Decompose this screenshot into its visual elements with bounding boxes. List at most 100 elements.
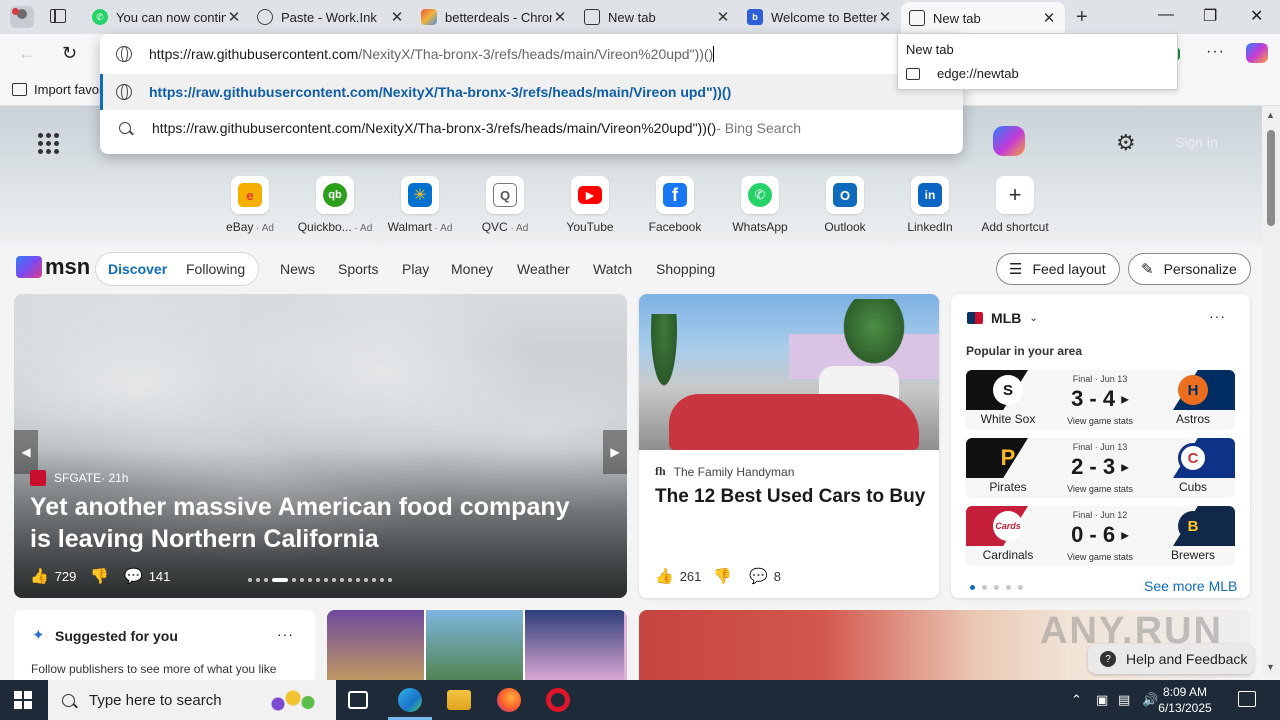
- scroll-thumb[interactable]: [1267, 130, 1275, 226]
- feed-layout-button[interactable]: ☰ Feed layout: [996, 253, 1120, 285]
- shortcut-linkedin[interactable]: in LinkedIn: [890, 176, 970, 234]
- hero-headline[interactable]: Yet another massive American food compan…: [30, 491, 590, 555]
- personalize-button[interactable]: ✎ Personalize: [1128, 253, 1251, 285]
- close-tab-icon[interactable]: ✕: [1041, 9, 1057, 27]
- more-options-button[interactable]: ···: [1209, 308, 1226, 324]
- shortcut-outlook[interactable]: O Outlook: [805, 176, 885, 234]
- windows-start-icon[interactable]: [14, 691, 32, 709]
- taskbar-clock[interactable]: 8:09 AM 6/13/2025: [1152, 684, 1218, 716]
- shortcut-quickbooks[interactable]: qb Quickbo... · Ad: [295, 176, 375, 234]
- suggestion-url[interactable]: https://raw.githubusercontent.com/Nexity…: [100, 74, 963, 110]
- shortcut-ebay[interactable]: e eBay · Ad: [210, 176, 290, 234]
- chevron-up-icon[interactable]: ⌃: [1071, 692, 1082, 708]
- copilot-button[interactable]: [993, 126, 1025, 156]
- tab-paste-workink[interactable]: Paste - Work.Ink ✕: [249, 2, 413, 32]
- like-count: 261: [679, 568, 702, 584]
- copilot-icon[interactable]: [1246, 43, 1268, 63]
- article-title[interactable]: The 12 Best Used Cars to Buy: [655, 486, 925, 508]
- dislike-button[interactable]: 👎: [713, 567, 738, 585]
- linkedin-icon: in: [918, 183, 942, 207]
- app-launcher-icon[interactable]: [38, 133, 59, 154]
- msn-logo[interactable]: msn: [16, 254, 90, 280]
- address-host: https://raw.githubusercontent.com: [149, 46, 359, 62]
- refresh-button[interactable]: ↻: [62, 43, 77, 64]
- game-stats-link[interactable]: View game stats: [1050, 552, 1150, 562]
- carousel-prev-button[interactable]: ◀: [14, 430, 38, 474]
- shortcut-walmart[interactable]: ✳ Walmart · Ad: [380, 176, 460, 234]
- close-window-button[interactable]: ✕: [1250, 6, 1263, 26]
- like-button[interactable]: 👍 261: [655, 567, 701, 585]
- back-button[interactable]: ←: [18, 43, 36, 64]
- shortcut-qvc[interactable]: Q QVC · Ad: [465, 176, 545, 234]
- article-card-used-cars[interactable]: fh The Family Handyman The 12 Best Used …: [639, 294, 939, 598]
- close-tab-icon[interactable]: ✕: [226, 8, 242, 26]
- shortcut-youtube[interactable]: ▶ YouTube: [550, 176, 630, 234]
- tab-welcome-better[interactable]: b Welcome to Better ✕: [739, 2, 901, 32]
- firefox-icon[interactable]: [497, 688, 521, 712]
- minimize-button[interactable]: —: [1158, 6, 1174, 24]
- shortcut-label: YouTube: [566, 220, 614, 234]
- device-icon[interactable]: ▣: [1096, 692, 1108, 708]
- profile-avatar[interactable]: [10, 6, 34, 28]
- comments-button[interactable]: 💬 141: [124, 567, 170, 585]
- network-icon[interactable]: ▤: [1118, 692, 1130, 708]
- dislike-button[interactable]: 👎: [90, 567, 115, 585]
- suggestion-search-suffix: - Bing Search: [716, 120, 802, 136]
- tab-news[interactable]: News: [280, 261, 315, 277]
- more-options-button[interactable]: ···: [277, 626, 294, 642]
- plus-icon: +: [1008, 182, 1022, 207]
- game-status: Final · Jun 12: [1072, 510, 1128, 520]
- page-settings-gear-icon[interactable]: ⚙: [1116, 130, 1136, 156]
- game-stats-link[interactable]: View game stats: [1050, 416, 1150, 426]
- address-bar[interactable]: https://raw.githubusercontent.com/Nexity…: [100, 34, 963, 74]
- tab-play[interactable]: Play: [402, 261, 429, 277]
- game-stats-link[interactable]: View game stats: [1050, 484, 1150, 494]
- scroll-down-icon[interactable]: ▼: [1266, 662, 1275, 672]
- restore-button[interactable]: ❐: [1203, 6, 1217, 26]
- shortcut-facebook[interactable]: f Facebook: [635, 176, 715, 234]
- edge-icon[interactable]: [398, 688, 422, 712]
- hero-news-card[interactable]: ◀ ▶ SFGATE · 21h Yet another massive Ame…: [14, 294, 627, 598]
- import-favorites-button[interactable]: Import favor: [12, 82, 103, 97]
- new-tab-button[interactable]: +: [1076, 6, 1088, 29]
- notifications-icon[interactable]: [1238, 691, 1256, 707]
- vertical-scrollbar[interactable]: ▲ ▼: [1262, 106, 1280, 676]
- settings-more-button[interactable]: ···: [1206, 43, 1225, 61]
- add-shortcut-button[interactable]: + Add shortcut: [975, 176, 1055, 234]
- tab-whatsapp[interactable]: ✆ You can now contin ✕: [84, 2, 250, 32]
- see-more-mlb-link[interactable]: See more MLB: [1144, 578, 1237, 594]
- game-row[interactable]: Cards B Cardinals Brewers Final · Jun 12…: [966, 506, 1235, 566]
- tab-sports[interactable]: Sports: [338, 261, 378, 277]
- close-tab-icon[interactable]: ✕: [877, 8, 893, 26]
- shortcut-whatsapp[interactable]: ✆ WhatsApp: [720, 176, 800, 234]
- game-row[interactable]: S H White Sox Astros Final · Jun 13 3 - …: [966, 370, 1235, 430]
- scroll-up-icon[interactable]: ▲: [1266, 110, 1275, 120]
- close-tab-icon[interactable]: ✕: [715, 8, 731, 26]
- taskbar-search[interactable]: Type here to search: [48, 680, 336, 720]
- tab-new-tab-active[interactable]: New tab ✕: [901, 2, 1065, 34]
- carousel-next-button[interactable]: ▶: [603, 430, 627, 474]
- tab-new-tab-1[interactable]: New tab ✕: [576, 2, 739, 32]
- tab-weather[interactable]: Weather: [517, 261, 570, 277]
- help-feedback-button[interactable]: ? Help and Feedback: [1088, 644, 1254, 674]
- close-tab-icon[interactable]: ✕: [552, 8, 568, 26]
- sign-in-button[interactable]: Sign in: [1175, 134, 1218, 150]
- game-row[interactable]: P C Pirates Cubs Final · Jun 13 2 - 3 ▶ …: [966, 438, 1235, 498]
- tab-discover[interactable]: Discover: [108, 261, 167, 277]
- tab-money[interactable]: Money: [451, 261, 493, 277]
- comments-button[interactable]: 💬 8: [749, 567, 781, 585]
- suggestion-search[interactable]: https://raw.githubusercontent.com/Nexity…: [100, 110, 963, 146]
- tab-actions-icon[interactable]: [50, 9, 66, 23]
- tab-shopping[interactable]: Shopping: [656, 261, 715, 277]
- games-card[interactable]: [327, 610, 627, 690]
- task-view-icon[interactable]: [348, 691, 368, 709]
- tab-betterdeals-chrome[interactable]: betterdeals - Chron ✕: [413, 2, 576, 32]
- tab-watch[interactable]: Watch: [593, 261, 632, 277]
- file-explorer-icon[interactable]: [447, 690, 471, 710]
- close-tab-icon[interactable]: ✕: [389, 8, 405, 26]
- tab-following[interactable]: Following: [186, 261, 245, 277]
- league-selector[interactable]: MLB ⌄: [967, 310, 1038, 326]
- like-button[interactable]: 👍 729: [30, 567, 76, 585]
- opera-icon[interactable]: [546, 688, 570, 712]
- ebay-icon: e: [238, 183, 262, 207]
